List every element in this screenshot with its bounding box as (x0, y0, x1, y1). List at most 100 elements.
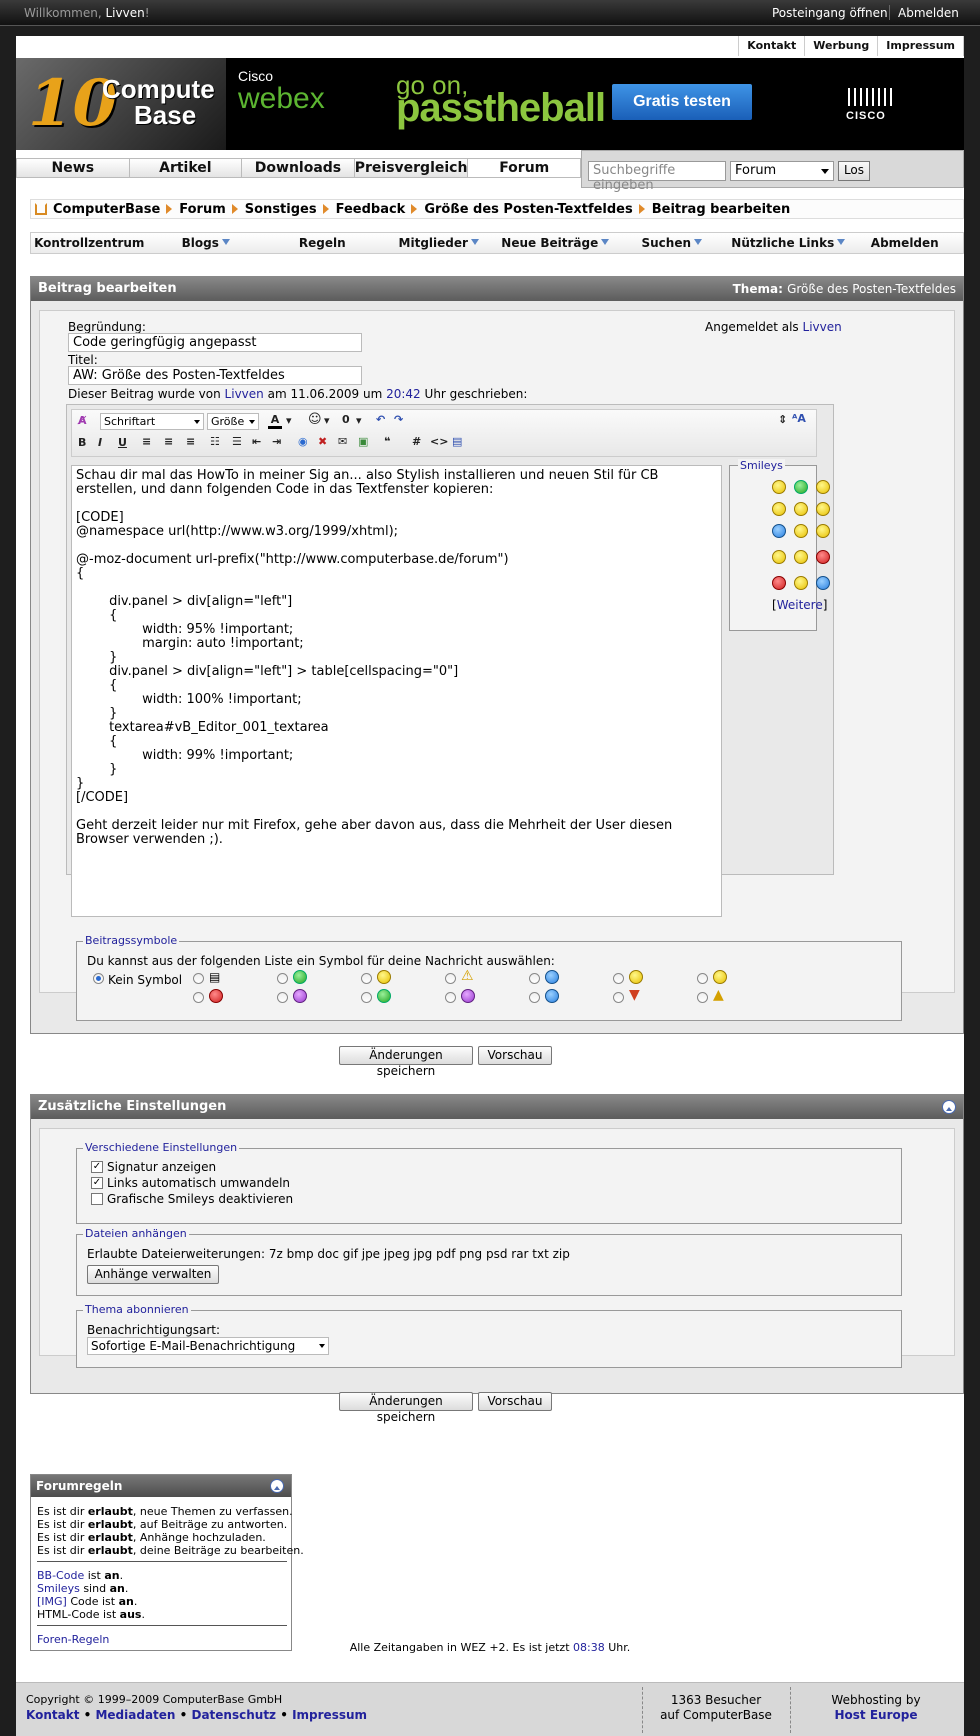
text-color-icon[interactable]: A (268, 413, 282, 429)
subnav-useful-links[interactable]: Nützliche Links (730, 236, 847, 250)
html-code-icon[interactable]: <> (430, 435, 448, 448)
preview-button[interactable]: Vorschau (478, 1046, 552, 1065)
footer-media-link[interactable]: Mediadaten (95, 1708, 175, 1722)
crumb-feedback[interactable]: Feedback (336, 202, 406, 217)
quote-icon[interactable]: ❝ (384, 435, 390, 448)
author-link[interactable]: Livven (225, 387, 264, 401)
subnav-new-posts[interactable]: Neue Beiträge (497, 236, 614, 250)
align-left-icon[interactable]: ≡ (142, 435, 151, 448)
manage-attachments-button[interactable]: Anhänge verwalten (87, 1265, 219, 1284)
nav-articles[interactable]: Artikel (130, 159, 243, 177)
notification-select[interactable]: Sofortige E-Mail-Benachrichtigung (87, 1337, 329, 1355)
mad-icon[interactable] (772, 576, 786, 590)
autolink-checkbox[interactable]: ✓ (91, 1177, 103, 1189)
nav-downloads[interactable]: Downloads (242, 159, 355, 177)
subnav-rules[interactable]: Regeln (264, 236, 381, 250)
image-icon[interactable]: ▣ (358, 435, 368, 448)
logout-link[interactable]: Abmelden (898, 6, 959, 20)
signature-checkbox[interactable]: ✓ (91, 1161, 103, 1173)
indent-icon[interactable]: ⇥ (272, 435, 281, 448)
crumb-misc[interactable]: Sonstiges (245, 202, 317, 217)
collapse-icon[interactable] (942, 1100, 956, 1114)
reason-input[interactable]: Code geringfügig angepasst (68, 333, 362, 352)
nav-prices[interactable]: Preisvergleich (355, 159, 469, 177)
user-link[interactable]: Livven (803, 320, 842, 334)
icon-radio[interactable] (529, 973, 540, 984)
ads-link[interactable]: Werbung (805, 36, 879, 56)
no-icon-radio[interactable] (93, 973, 104, 984)
underline-icon[interactable]: U (118, 436, 127, 449)
icon-radio[interactable] (277, 973, 288, 984)
cool-icon[interactable] (816, 502, 830, 516)
resize-icon[interactable]: ⇕ (778, 413, 787, 426)
time-link[interactable]: 20:42 (386, 387, 421, 401)
icon-radio[interactable] (445, 973, 456, 984)
icon-radio[interactable] (697, 992, 708, 1003)
remove-format-icon[interactable]: A̸ (78, 414, 87, 427)
title-input[interactable]: AW: Größe des Posten-Textfeldes (68, 366, 362, 385)
contact-link[interactable]: Kontakt (739, 36, 806, 56)
nav-forum[interactable]: Forum (468, 159, 581, 177)
sad-icon[interactable] (816, 524, 830, 538)
hosting-link[interactable]: Host Europe (796, 1708, 956, 1722)
nav-news[interactable]: News (17, 159, 130, 177)
save-button[interactable]: Änderungen speichern (339, 1392, 473, 1424)
icon-radio[interactable] (193, 973, 204, 984)
laugh-icon[interactable] (772, 524, 786, 538)
align-right-icon[interactable]: ≡ (186, 435, 195, 448)
smiley-icon[interactable] (816, 480, 830, 494)
search-scope-select[interactable]: Forum (730, 161, 834, 181)
unordered-list-icon[interactable]: ☰ (232, 435, 242, 448)
ad-banner[interactable]: Cisco webex go on, passtheball Gratis te… (228, 58, 948, 150)
happy-icon[interactable] (772, 550, 786, 564)
code-hash-icon[interactable]: # (412, 435, 421, 448)
outdent-icon[interactable]: ⇤ (252, 435, 261, 448)
eek-icon[interactable] (794, 550, 808, 564)
italic-icon[interactable]: I (98, 436, 102, 449)
inbox-link[interactable]: Posteingang öffnen (772, 6, 888, 20)
tongue-icon[interactable] (816, 576, 830, 590)
icon-radio[interactable] (445, 992, 456, 1003)
icon-radio[interactable] (613, 992, 624, 1003)
subnav-blogs[interactable]: Blogs (148, 236, 265, 250)
ad-cta-button[interactable]: Gratis testen (612, 84, 752, 120)
footer-contact-link[interactable]: Kontakt (26, 1708, 79, 1722)
icon-radio[interactable] (277, 992, 288, 1003)
preview-button[interactable]: Vorschau (478, 1392, 552, 1411)
crumb-home[interactable]: ComputerBase (53, 202, 160, 217)
frown-icon[interactable] (794, 524, 808, 538)
icon-radio[interactable] (193, 992, 204, 1003)
font-select[interactable]: Schriftart (100, 413, 204, 430)
icon-radio[interactable] (361, 992, 372, 1003)
email-icon[interactable]: ✉ (338, 435, 347, 448)
save-button[interactable]: Änderungen speichern (339, 1046, 473, 1078)
smileys-link[interactable]: Smileys (37, 1582, 80, 1595)
ordered-list-icon[interactable]: ☷ (210, 435, 220, 448)
more-smileys-link[interactable]: [Weitere] (772, 598, 827, 612)
chevron-down-icon[interactable]: ▾ (356, 414, 362, 427)
search-button[interactable]: Los (838, 161, 870, 181)
computerbase-logo[interactable]: 10 Compute Base (16, 58, 226, 150)
wink-icon[interactable] (772, 502, 786, 516)
undo-icon[interactable]: ↶ (376, 413, 385, 426)
redo-icon[interactable]: ↷ (394, 413, 403, 426)
chevron-down-icon[interactable]: ▾ (324, 414, 330, 427)
imprint-link[interactable]: Impressum (878, 36, 964, 56)
bbcode-link[interactable]: BB-Code (37, 1569, 84, 1582)
chevron-down-icon[interactable]: ▾ (286, 414, 292, 427)
confused-icon[interactable] (794, 502, 808, 516)
bold-icon[interactable]: B (78, 436, 86, 449)
icon-radio[interactable] (361, 973, 372, 984)
subnav-search[interactable]: Suchen (614, 236, 731, 250)
collapse-icon[interactable] (270, 1479, 284, 1493)
php-code-icon[interactable]: ▤ (452, 435, 462, 448)
crumb-thread[interactable]: Größe des Posten-Textfeldes (424, 202, 632, 217)
disable-smileys-checkbox[interactable] (91, 1193, 103, 1205)
subnav-control-panel[interactable]: Kontrollzentrum (31, 236, 148, 250)
home-icon[interactable] (35, 203, 47, 215)
grin-icon[interactable] (794, 480, 808, 494)
icon-radio[interactable] (613, 973, 624, 984)
unlink-icon[interactable]: ✖ (318, 435, 327, 448)
smiley-icon[interactable] (772, 480, 786, 494)
link-icon[interactable]: ◉ (298, 435, 308, 448)
